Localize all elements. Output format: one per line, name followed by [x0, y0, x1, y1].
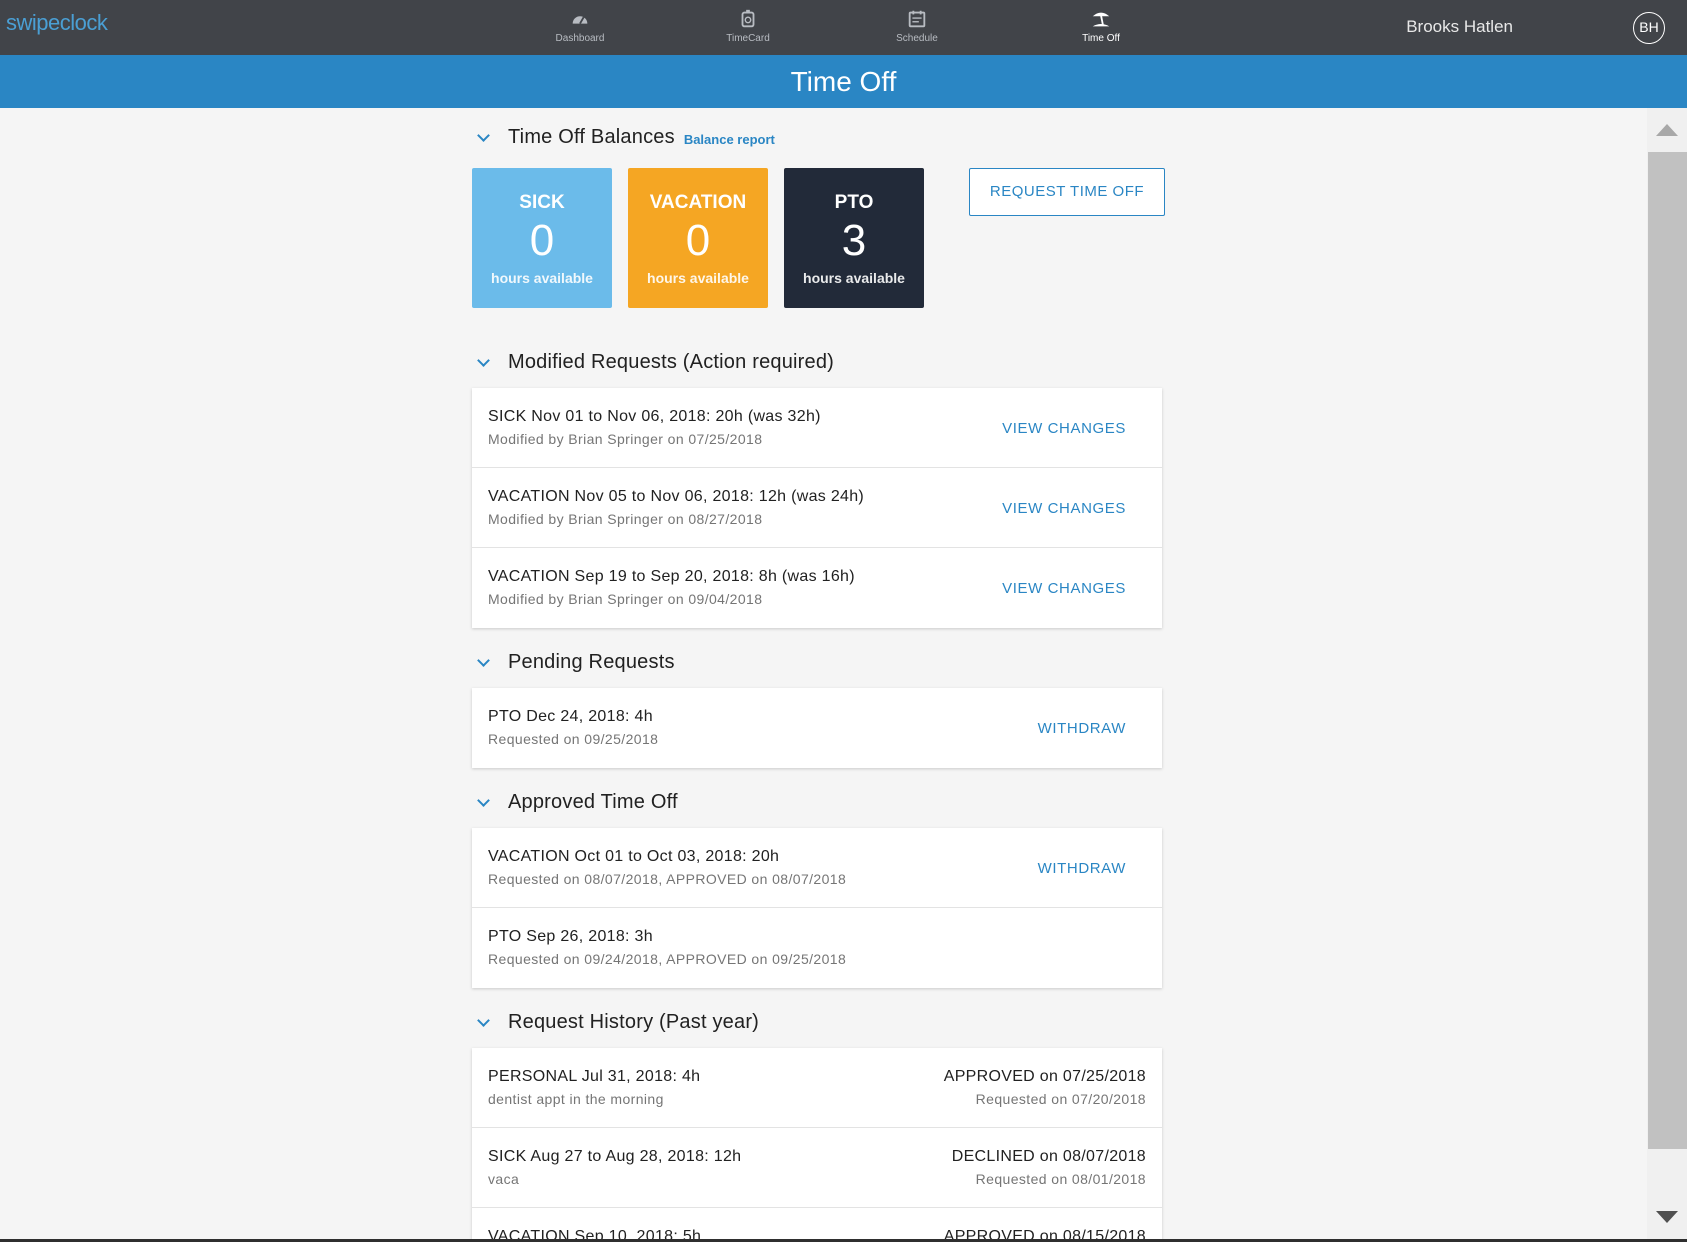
pending-section-header[interactable]: Pending Requests [472, 651, 675, 674]
request-status: APPROVED on 08/15/2018 [943, 1228, 1146, 1239]
request-title: VACATION Oct 01 to Oct 03, 2018: 20h [488, 848, 780, 865]
request-note: vaca [488, 1171, 520, 1187]
request-title: PERSONAL Jul 31, 2018: 4h [488, 1068, 701, 1085]
request-subtitle: Modified by Brian Springer on 09/04/2018 [488, 591, 763, 607]
chevron-down-icon[interactable] [477, 131, 491, 145]
withdraw-button[interactable]: WITHDRAW [1038, 860, 1126, 877]
tile-value: 0 [685, 216, 711, 265]
balance-report-link[interactable]: Balance report [684, 132, 775, 147]
vacation-balance-tile: VACATION 0 hours available [628, 168, 768, 308]
view-changes-button[interactable]: VIEW CHANGES [1002, 420, 1126, 437]
user-name[interactable]: Brooks Hatlen [1406, 17, 1513, 37]
nav-dashboard-label: Dashboard [555, 33, 605, 44]
list-item: PERSONAL Jul 31, 2018: 4h dentist appt i… [472, 1048, 1162, 1128]
request-note: dentist appt in the morning [488, 1091, 664, 1107]
list-item: VACATION Oct 01 to Oct 03, 2018: 20h Req… [472, 828, 1162, 908]
withdraw-button[interactable]: WITHDRAW [1038, 720, 1126, 737]
request-history-card: PERSONAL Jul 31, 2018: 4h dentist appt i… [472, 1048, 1162, 1239]
nav-dashboard[interactable]: Dashboard [525, 8, 635, 44]
list-item: SICK Aug 27 to Aug 28, 2018: 12h vaca DE… [472, 1128, 1162, 1208]
chevron-down-icon[interactable] [477, 1016, 491, 1030]
request-date: Requested on 08/01/2018 [975, 1171, 1146, 1187]
balances-section-title: Time Off Balances [508, 126, 675, 148]
request-title: VACATION Nov 05 to Nov 06, 2018: 12h (wa… [488, 488, 865, 505]
chevron-down-icon[interactable] [477, 356, 491, 370]
tile-sub: hours available [491, 270, 593, 286]
nav-schedule-label: Schedule [896, 33, 938, 44]
pending-requests-card: PTO Dec 24, 2018: 4h Requested on 09/25/… [472, 688, 1162, 768]
tile-name: SICK [519, 192, 565, 213]
tile-value: 3 [841, 216, 867, 265]
list-item: VACATION Nov 05 to Nov 06, 2018: 12h (wa… [472, 468, 1162, 548]
nav-timecard[interactable]: TimeCard [693, 8, 803, 44]
request-subtitle: Modified by Brian Springer on 08/27/2018 [488, 511, 763, 527]
request-time-off-button[interactable]: REQUEST TIME OFF [969, 168, 1165, 216]
request-title: SICK Nov 01 to Nov 06, 2018: 20h (was 32… [488, 408, 821, 425]
request-subtitle: Modified by Brian Springer on 07/25/2018 [488, 431, 763, 447]
nav-schedule[interactable]: Schedule [862, 8, 972, 44]
chevron-down-icon[interactable] [477, 796, 491, 810]
request-title: SICK Aug 27 to Aug 28, 2018: 12h [488, 1148, 742, 1165]
list-item: PTO Dec 24, 2018: 4h Requested on 09/25/… [472, 688, 1162, 768]
list-item: PTO Sep 26, 2018: 3h Requested on 09/24/… [472, 908, 1162, 988]
list-item: VACATION Sep 10, 2018: 5h APPROVED on 08… [472, 1208, 1162, 1239]
beach-icon [1092, 12, 1110, 27]
approved-section-header[interactable]: Approved Time Off [472, 791, 678, 814]
tile-name: PTO [834, 192, 874, 213]
scroll-up-arrow-icon[interactable] [1656, 124, 1678, 136]
tile-value: 0 [529, 216, 555, 265]
nav-time-off[interactable]: Time Off [1046, 8, 1156, 44]
app-window: swipeclock Dashboard TimeCard Schedule T… [0, 0, 1687, 1239]
request-title: PTO Dec 24, 2018: 4h [488, 708, 653, 725]
approved-time-off-card: VACATION Oct 01 to Oct 03, 2018: 20h Req… [472, 828, 1162, 988]
nav-time-off-label: Time Off [1082, 33, 1120, 44]
request-subtitle: Requested on 08/07/2018, APPROVED on 08/… [488, 871, 847, 887]
modified-requests-card: SICK Nov 01 to Nov 06, 2018: 20h (was 32… [472, 388, 1162, 628]
request-status: APPROVED on 07/25/2018 [943, 1068, 1146, 1085]
request-title: VACATION Sep 19 to Sep 20, 2018: 8h (was… [488, 568, 855, 585]
scrollbar-thumb[interactable] [1648, 152, 1687, 1149]
modified-section-header[interactable]: Modified Requests (Action required) [472, 351, 834, 374]
swipeclock-logo[interactable]: swipeclock [6, 10, 108, 36]
user-avatar[interactable]: BH [1633, 12, 1665, 44]
tile-sub: hours available [647, 270, 749, 286]
list-item: VACATION Sep 19 to Sep 20, 2018: 8h (was… [472, 548, 1162, 628]
view-changes-button[interactable]: VIEW CHANGES [1002, 500, 1126, 517]
calendar-icon [908, 10, 926, 28]
view-changes-button[interactable]: VIEW CHANGES [1002, 580, 1126, 597]
speedometer-icon [572, 16, 588, 25]
request-title: VACATION Sep 10, 2018: 5h [488, 1228, 702, 1239]
tile-name: VACATION [649, 192, 747, 213]
timecard-icon [741, 9, 755, 28]
scroll-down-arrow-icon[interactable] [1656, 1211, 1678, 1223]
balances-section-header[interactable]: Time Off Balances Balance report [472, 126, 775, 149]
page-title-bar: Time Off [0, 55, 1687, 108]
history-section-header[interactable]: Request History (Past year) [472, 1011, 759, 1034]
top-nav-bar: swipeclock Dashboard TimeCard Schedule T… [0, 0, 1687, 55]
pending-section-title: Pending Requests [508, 651, 675, 673]
approved-section-title: Approved Time Off [508, 791, 678, 813]
modified-section-title: Modified Requests (Action required) [508, 351, 835, 373]
list-item: SICK Nov 01 to Nov 06, 2018: 20h (was 32… [472, 388, 1162, 468]
request-status: DECLINED on 08/07/2018 [951, 1148, 1146, 1165]
chevron-down-icon[interactable] [477, 656, 491, 670]
history-section-title: Request History (Past year) [508, 1011, 760, 1033]
tile-sub: hours available [803, 270, 905, 286]
request-title: PTO Sep 26, 2018: 3h [488, 928, 653, 945]
nav-timecard-label: TimeCard [726, 33, 770, 44]
sick-balance-tile: SICK 0 hours available [472, 168, 612, 308]
request-date: Requested on 07/20/2018 [975, 1091, 1146, 1107]
page-title: Time Off [790, 66, 897, 97]
request-subtitle: Requested on 09/25/2018 [488, 731, 659, 747]
request-subtitle: Requested on 09/24/2018, APPROVED on 09/… [488, 951, 847, 967]
pto-balance-tile: PTO 3 hours available [784, 168, 924, 308]
